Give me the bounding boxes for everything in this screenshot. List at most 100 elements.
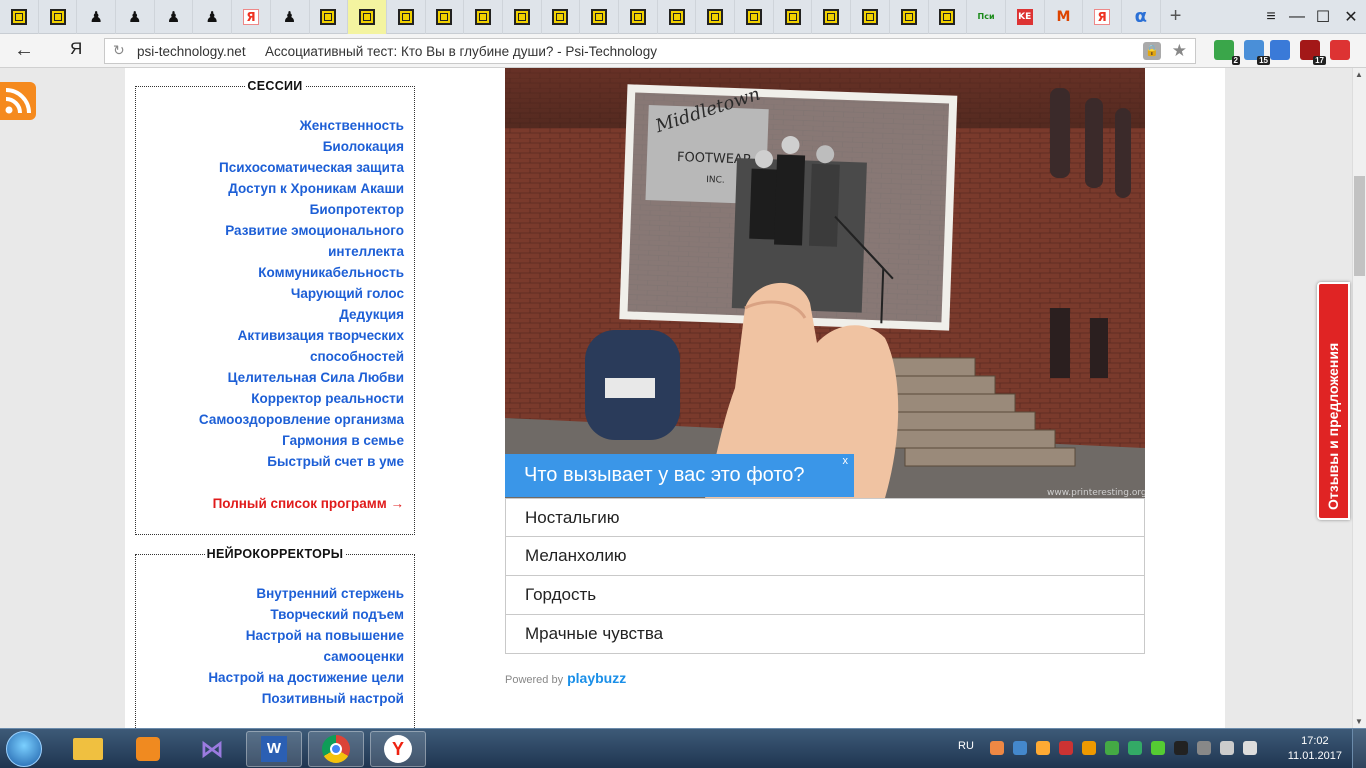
back-button[interactable]: ← bbox=[14, 39, 34, 62]
browser-tab[interactable]: Пси bbox=[967, 0, 1006, 34]
sidebar-link[interactable]: Гармония в семье bbox=[199, 430, 404, 451]
browser-tab[interactable] bbox=[812, 0, 852, 34]
browser-tab[interactable] bbox=[735, 0, 774, 34]
sidebar-link[interactable]: Внутренний стержень bbox=[208, 583, 404, 604]
sound-icon[interactable] bbox=[1059, 741, 1073, 755]
taskbar-media-button[interactable] bbox=[120, 731, 176, 767]
sidebar-link[interactable]: Корректор реальности bbox=[199, 388, 404, 409]
browser-tab[interactable] bbox=[503, 0, 542, 34]
sidebar-link[interactable]: Доступ к Хроникам Акаши bbox=[199, 178, 404, 199]
browser-tab[interactable]: ♟ bbox=[193, 0, 233, 34]
sync-icon[interactable] bbox=[1128, 741, 1142, 755]
flag-icon[interactable] bbox=[1036, 741, 1050, 755]
sidebar-link[interactable]: Женственность bbox=[199, 115, 404, 136]
close-window-button[interactable]: ✕ bbox=[1338, 0, 1364, 34]
network-icon[interactable] bbox=[990, 741, 1004, 755]
sidebar-link[interactable]: Позитивный настрой bbox=[208, 688, 404, 709]
browser-tab[interactable]: ♟ bbox=[116, 0, 155, 34]
browser-tab[interactable] bbox=[348, 0, 387, 34]
language-indicator[interactable]: RU bbox=[958, 740, 974, 752]
browser-tab[interactable] bbox=[542, 0, 581, 34]
full-program-list-link[interactable]: Полный список программ → bbox=[213, 493, 404, 514]
maximize-button[interactable]: ☐ bbox=[1310, 0, 1336, 34]
browser-tab[interactable] bbox=[580, 0, 619, 34]
scroll-down-arrow-icon[interactable]: ▼ bbox=[1355, 717, 1363, 726]
quiz-answer-option[interactable]: Мрачные чувства bbox=[505, 615, 1145, 654]
rss-icon[interactable] bbox=[0, 82, 36, 120]
minimize-button[interactable]: — bbox=[1284, 0, 1310, 34]
system-clock[interactable]: 17:02 11.01.2017 bbox=[1288, 734, 1342, 764]
shield-extension-icon[interactable]: 2 bbox=[1214, 40, 1240, 65]
sidebar-link[interactable]: Целительная Сила Любви bbox=[199, 367, 404, 388]
quiz-answer-option[interactable]: Ностальгию bbox=[505, 498, 1145, 537]
volume-icon[interactable] bbox=[1243, 741, 1257, 755]
browser-tab[interactable] bbox=[619, 0, 658, 34]
scroll-up-arrow-icon[interactable]: ▲ bbox=[1355, 70, 1363, 79]
update-icon[interactable] bbox=[1013, 741, 1027, 755]
taskbar-yandex-button[interactable]: Y bbox=[370, 731, 426, 767]
browser-tab[interactable]: М bbox=[1045, 0, 1084, 34]
browser-tab[interactable]: Я bbox=[1083, 0, 1122, 34]
quiz-close-button[interactable]: x bbox=[843, 455, 849, 467]
show-desktop-button[interactable] bbox=[1352, 729, 1366, 768]
page-scrollbar[interactable]: ▲ ▼ bbox=[1352, 68, 1366, 728]
sidebar-link[interactable]: Быстрый счет в уме bbox=[199, 451, 404, 472]
browser-tab[interactable]: Я bbox=[232, 0, 271, 34]
sidebar-link[interactable]: Настрой на повышение bbox=[208, 625, 404, 646]
yandex-logo[interactable]: Я bbox=[70, 39, 82, 59]
antivirus-icon[interactable] bbox=[1082, 741, 1096, 755]
sidebar-link[interactable]: Психосоматическая защита bbox=[199, 157, 404, 178]
sidebar-link[interactable]: самооценки bbox=[208, 646, 405, 667]
taskbar-explorer-button[interactable] bbox=[60, 731, 116, 767]
browser-tab[interactable]: ♟ bbox=[271, 0, 310, 34]
quiz-answer-option[interactable]: Гордость bbox=[505, 576, 1145, 615]
sidebar-link[interactable]: Творческий подъем bbox=[208, 604, 404, 625]
browser-tab[interactable] bbox=[464, 0, 503, 34]
quiz-photo[interactable]: Middletown FOOTWEAR INC. www.printeresti… bbox=[505, 68, 1145, 498]
address-bar[interactable]: ↻ psi-technology.net Ассоциативный тест:… bbox=[104, 38, 1196, 64]
browser-tab[interactable]: α bbox=[1122, 0, 1161, 34]
browser-tab[interactable] bbox=[387, 0, 426, 34]
bookmark-star-icon[interactable]: ★ bbox=[1172, 41, 1187, 61]
reload-icon[interactable]: ↻ bbox=[113, 42, 125, 59]
browser-tab[interactable] bbox=[851, 0, 890, 34]
sidebar-link[interactable]: Развитие эмоционального bbox=[199, 220, 404, 241]
sidebar-link[interactable]: интеллекта bbox=[199, 241, 404, 262]
taskbar-vs-button[interactable]: ⋈ bbox=[184, 731, 240, 767]
lock-icon[interactable]: 🔒 bbox=[1143, 42, 1161, 60]
sidebar-link[interactable]: Биопротектор bbox=[199, 199, 404, 220]
nvidia-icon[interactable] bbox=[1105, 741, 1119, 755]
save-extension-icon[interactable] bbox=[1330, 40, 1350, 60]
browser-tab[interactable] bbox=[310, 0, 349, 34]
battery-icon[interactable] bbox=[1197, 741, 1211, 755]
browser-tab[interactable] bbox=[774, 0, 813, 34]
sidebar-link[interactable]: способностей bbox=[199, 346, 404, 367]
browser-tab[interactable] bbox=[0, 0, 39, 34]
sidebar-link[interactable]: Самооздоровление организма bbox=[199, 409, 404, 430]
bluetooth-icon[interactable] bbox=[1174, 741, 1188, 755]
browser-tab[interactable] bbox=[39, 0, 78, 34]
browser-tab[interactable] bbox=[696, 0, 736, 34]
feedback-tab[interactable]: Отзывы и предложения bbox=[1317, 282, 1350, 520]
sidebar-link[interactable]: Коммуникабельность bbox=[199, 262, 404, 283]
browser-tab[interactable]: KE bbox=[1006, 0, 1045, 34]
ublock-extension-icon[interactable]: 17 bbox=[1300, 40, 1326, 65]
sidebar-link[interactable]: Дедукция bbox=[199, 304, 404, 325]
sidebar-link[interactable]: Настрой на достижение цели bbox=[208, 667, 404, 688]
browser-tab[interactable] bbox=[890, 0, 929, 34]
start-button[interactable] bbox=[6, 731, 42, 767]
scroll-thumb[interactable] bbox=[1354, 176, 1365, 276]
people-extension-icon[interactable]: 15 bbox=[1244, 40, 1270, 65]
translate-extension-icon[interactable] bbox=[1270, 40, 1290, 60]
cloud-icon[interactable] bbox=[1151, 741, 1165, 755]
browser-tab[interactable] bbox=[929, 0, 968, 34]
taskbar-word-button[interactable]: W bbox=[246, 731, 302, 767]
taskbar-chrome-button[interactable] bbox=[308, 731, 364, 767]
sidebar-link[interactable]: Чарующий голос bbox=[199, 283, 404, 304]
playbuzz-logo[interactable]: playbuzz bbox=[567, 670, 626, 686]
sidebar-link[interactable]: Активизация творческих bbox=[199, 325, 404, 346]
new-tab-button[interactable]: + bbox=[1161, 5, 1191, 28]
browser-tab[interactable]: ♟ bbox=[77, 0, 117, 34]
browser-tab[interactable] bbox=[426, 0, 465, 34]
browser-tab[interactable] bbox=[658, 0, 697, 34]
